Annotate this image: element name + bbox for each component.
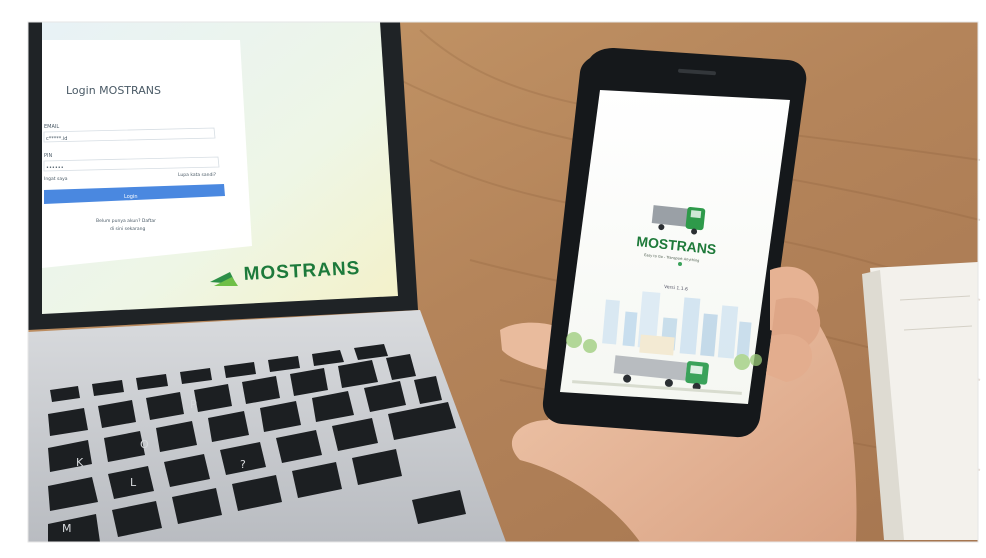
key-glyph: M xyxy=(62,522,72,535)
email-label: EMAIL xyxy=(44,124,59,130)
key-glyph: ? xyxy=(240,458,246,471)
photo-scene: Login MOSTRANS EMAIL c*****.id PIN •••••… xyxy=(0,0,986,558)
login-card: Login MOSTRANS EMAIL c*****.id PIN •••••… xyxy=(42,40,252,268)
password-value: •••••• xyxy=(46,165,64,171)
scene-svg: Login MOSTRANS EMAIL c*****.id PIN •••••… xyxy=(0,0,986,558)
email-value: c*****.id xyxy=(46,136,67,142)
key-glyph: O xyxy=(140,438,149,451)
key-glyph: P xyxy=(190,398,197,411)
register-line-2[interactable]: di sini sekarang xyxy=(110,226,146,232)
login-title: Login MOSTRANS xyxy=(66,84,161,97)
forgot-link[interactable]: Lupa kata sandi? xyxy=(178,172,217,178)
login-button-label: Login xyxy=(124,194,138,200)
key-glyph: K xyxy=(76,456,84,469)
password-label: PIN xyxy=(44,153,52,159)
remember-label: Ingat saya xyxy=(44,176,68,182)
loading-indicator xyxy=(678,262,682,266)
key-glyph: L xyxy=(130,476,137,489)
register-line-1[interactable]: Belum punya akun? Daftar xyxy=(96,218,156,224)
